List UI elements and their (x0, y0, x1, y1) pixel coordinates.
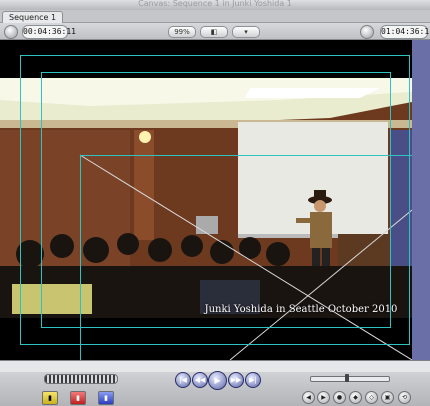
chevron-down-icon: ▾ (244, 28, 248, 36)
mark-out-icon[interactable]: ▶ (317, 391, 330, 404)
playhead-sync-icon[interactable]: ⟲ (398, 391, 411, 404)
add-marker-icon[interactable]: ◆ (349, 391, 362, 404)
vertical-scrollbar[interactable] (412, 40, 430, 360)
window-title: Canvas: Sequence 1 in Junki Yoshida 1 (138, 0, 292, 8)
insert-icon[interactable]: ▮ (42, 391, 58, 405)
canvas-viewer[interactable]: Junki Yoshida in Seattle October 2010 (0, 40, 412, 360)
canvas-toolbar: 00:04:36:11 99% ◧ ▾ 01:04:36:11 (0, 23, 430, 40)
shuttle-control[interactable] (310, 374, 390, 382)
match-frame-icon[interactable]: ▣ (381, 391, 394, 404)
go-to-out-icon[interactable]: ▶| (245, 372, 261, 388)
view-popup[interactable]: ◧ (200, 26, 228, 38)
mark-clip-icon[interactable]: ● (333, 391, 346, 404)
duration-timecode[interactable]: 00:04:36:11 (22, 25, 76, 39)
current-timecode[interactable]: 01:04:36:11 (380, 25, 430, 39)
shuttle-knob[interactable] (345, 374, 349, 382)
clock-icon (4, 25, 18, 39)
overwrite-icon[interactable]: ▮ (70, 391, 86, 405)
overlay-popup[interactable]: ▾ (232, 26, 260, 38)
go-to-in-icon[interactable]: |◀ (175, 372, 191, 388)
tab-bar: Sequence 1 (0, 10, 430, 23)
zoom-value: 99% (174, 28, 190, 36)
next-edit-icon[interactable]: ▶▶ (228, 372, 244, 388)
tab-sequence-1[interactable]: Sequence 1 (2, 11, 64, 23)
replace-icon[interactable]: ▮ (98, 391, 114, 405)
previous-edit-icon[interactable]: ◀◀ (192, 372, 208, 388)
zoom-popup[interactable]: 99% (168, 26, 196, 38)
timecode-clock-icon (360, 25, 374, 39)
play-icon[interactable]: ▶ (208, 371, 227, 390)
overlay-view-icon: ◧ (210, 28, 218, 36)
jog-control[interactable] (44, 374, 118, 384)
transport-controls: |◀ ◀◀ ▶ ▶▶ ▶| ▮ ▮ ▮ ◀ ▶ ● ◆ ◇ ▣ ⟲ (0, 371, 430, 406)
mark-in-icon[interactable]: ◀ (302, 391, 315, 404)
video-caption: Junki Yoshida in Seattle October 2010 (204, 304, 398, 315)
add-keyframe-icon[interactable]: ◇ (365, 391, 378, 404)
